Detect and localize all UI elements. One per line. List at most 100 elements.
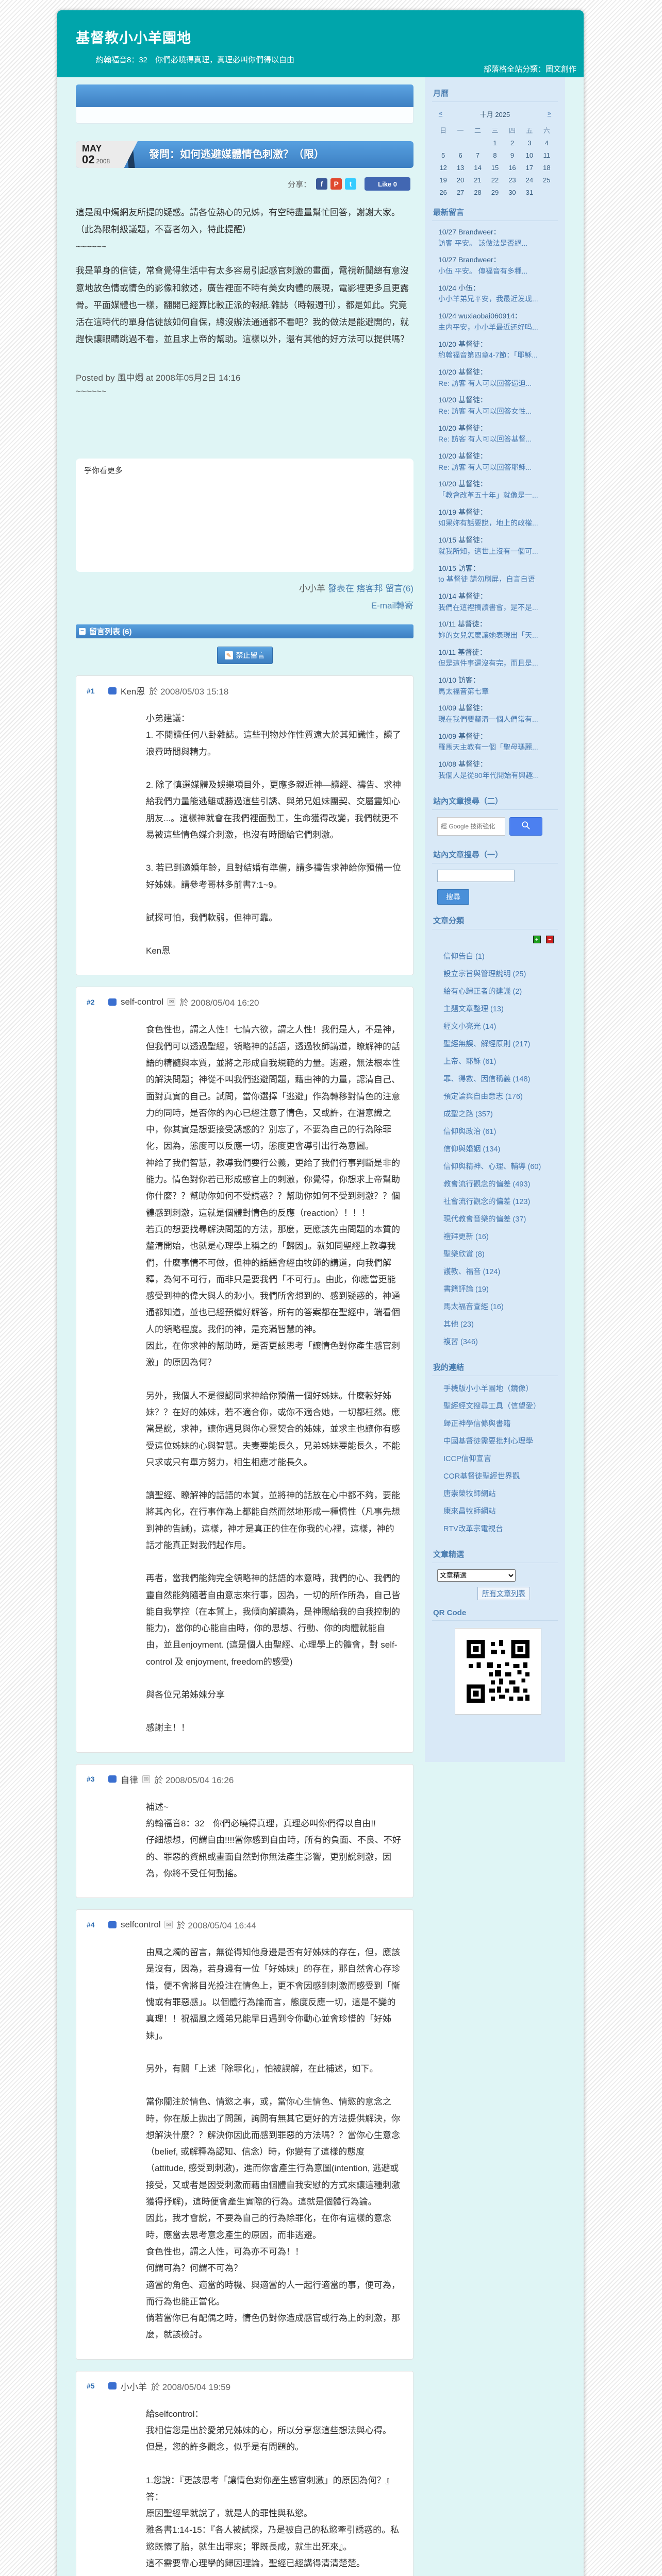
calendar-day[interactable]: 24: [521, 176, 538, 184]
all-articles-button[interactable]: 所有文章列表: [477, 1586, 530, 1600]
collapse-all-icon[interactable]: −: [546, 935, 554, 943]
latest-comment-preview-link[interactable]: Re: 訪客 有人可以回答女性...: [438, 406, 558, 417]
calendar-day[interactable]: 16: [504, 164, 521, 172]
site-search-input[interactable]: [437, 869, 515, 882]
my-link[interactable]: RTV改革宗電視台: [443, 1525, 503, 1533]
latest-comment-preview-link[interactable]: 小伍 平安。 傳福音有多種...: [438, 266, 558, 277]
calendar-day[interactable]: 17: [521, 164, 538, 172]
calendar-day[interactable]: 5: [435, 151, 452, 159]
calendar-day[interactable]: 7: [469, 151, 486, 159]
latest-comment-preview-link[interactable]: 約翰福音第四章4-7節：「耶穌...: [438, 350, 558, 361]
expand-all-icon[interactable]: +: [533, 935, 541, 943]
calendar-next-link[interactable]: »: [548, 109, 551, 119]
category-link[interactable]: 護教、福音 (124): [443, 1268, 500, 1276]
category-link[interactable]: 禮拜更新 (16): [443, 1233, 489, 1241]
category-link[interactable]: 經文小亮光 (14): [443, 1023, 496, 1031]
calendar-day[interactable]: 11: [538, 151, 555, 159]
category-link[interactable]: 預定論與自由意志 (176): [443, 1093, 523, 1101]
google-search-button[interactable]: [509, 817, 542, 836]
category-link[interactable]: 聖經無誤、解經原則 (217): [443, 1040, 530, 1048]
comment-author[interactable]: self-control: [121, 997, 163, 1007]
calendar-day[interactable]: 8: [486, 151, 503, 159]
calendar-day[interactable]: 29: [486, 189, 503, 196]
comment-author[interactable]: Ken恩: [121, 684, 145, 697]
calendar-day[interactable]: 31: [521, 189, 538, 196]
category-link[interactable]: 給有心歸正者的建議 (2): [443, 988, 522, 996]
featured-select[interactable]: 文章精選: [437, 1569, 516, 1582]
category-link[interactable]: 複習 (346): [443, 1338, 478, 1346]
calendar-day[interactable]: 15: [486, 164, 503, 172]
calendar-day[interactable]: 14: [469, 164, 486, 172]
calendar-day[interactable]: [538, 189, 555, 196]
plurk-share-icon[interactable]: P: [330, 178, 342, 190]
calendar-day[interactable]: 4: [538, 139, 555, 147]
like-button[interactable]: Like 0: [365, 177, 410, 191]
my-link[interactable]: 手機版小小羊園地（鏡像）: [443, 1385, 533, 1393]
latest-comment-preview-link[interactable]: 訪客 平安。 該做法是否絕...: [438, 238, 558, 249]
category-link[interactable]: 聖樂欣賞 (8): [443, 1250, 485, 1259]
calendar-day[interactable]: [469, 139, 486, 147]
calendar-day[interactable]: 30: [504, 189, 521, 196]
latest-comment-preview-link[interactable]: 主内平安，小小羊最近还好吗...: [438, 322, 558, 333]
latest-comment-preview-link[interactable]: Re: 訪客 有人可以回答逼迫...: [438, 378, 558, 389]
latest-comment-preview-link[interactable]: 「教會改革五十年」就像是一...: [438, 490, 558, 501]
collapse-icon[interactable]: −: [79, 628, 86, 635]
envelope-icon[interactable]: ✉: [164, 1921, 173, 1929]
calendar-day[interactable]: [435, 139, 452, 147]
latest-comment-preview-link[interactable]: 馬太福音第七章: [438, 686, 558, 698]
calendar-day[interactable]: 19: [435, 176, 452, 184]
latest-comment-preview-link[interactable]: 羅馬天主教有一個「聖母瑪麗...: [438, 742, 558, 753]
calendar-day[interactable]: 28: [469, 189, 486, 196]
latest-comment-preview-link[interactable]: 我個人是從80年代開始有興趣...: [438, 770, 558, 782]
calendar-day[interactable]: [452, 139, 469, 147]
comment-author[interactable]: 小小羊: [121, 2380, 147, 2393]
category-link[interactable]: 設立宗旨與管理說明 (25): [443, 970, 526, 978]
comment-author[interactable]: selfcontrol: [121, 1920, 160, 1930]
my-link[interactable]: COR基督徒聖經世界觀: [443, 1472, 520, 1481]
category-link[interactable]: 罪、得救、因信稱義 (148): [443, 1075, 530, 1083]
calendar-day[interactable]: 10: [521, 151, 538, 159]
nav-bar[interactable]: [76, 84, 413, 107]
calendar-prev-link[interactable]: «: [439, 109, 442, 119]
latest-comment-preview-link[interactable]: 現在我們要釐清一個人們常有...: [438, 714, 558, 725]
calendar-day[interactable]: 1: [486, 139, 503, 147]
category-link[interactable]: 信仰告白 (1): [443, 953, 485, 961]
calendar-day[interactable]: 9: [504, 151, 521, 159]
latest-comment-preview-link[interactable]: 小小羊弟兄平安，我最近发现...: [438, 294, 558, 305]
email-forward-link[interactable]: E-mail轉寄: [76, 598, 413, 611]
latest-comment-preview-link[interactable]: Re: 訪客 有人可以回答基督...: [438, 434, 558, 445]
category-link[interactable]: 現代教會音樂的偏差 (37): [443, 1215, 526, 1224]
latest-comment-preview-link[interactable]: 但是這件事還沒有完，而且是...: [438, 658, 558, 669]
my-link[interactable]: 歸正神學信條與書籍: [443, 1420, 511, 1428]
site-search-button[interactable]: 搜尋: [437, 889, 469, 905]
calendar-day[interactable]: 12: [435, 164, 452, 172]
calendar-day[interactable]: 3: [521, 139, 538, 147]
calendar-day[interactable]: 21: [469, 176, 486, 184]
calendar-day[interactable]: 18: [538, 164, 555, 172]
my-link[interactable]: 康來昌牧師網站: [443, 1507, 496, 1516]
category-link[interactable]: 信仰與政治 (61): [443, 1128, 496, 1136]
category-link[interactable]: 上帝、耶穌 (61): [443, 1058, 496, 1066]
latest-comment-preview-link[interactable]: 就我所知，這世上沒有一個可...: [438, 546, 558, 557]
category-link[interactable]: 社會流行觀念的偏差 (123): [443, 1198, 530, 1206]
latest-comment-preview-link[interactable]: Re: 訪客 有人可以回答耶穌...: [438, 462, 558, 473]
my-link[interactable]: 唐崇榮牧師網站: [443, 1490, 496, 1498]
twitter-share-icon[interactable]: t: [345, 178, 357, 190]
category-link[interactable]: 教會流行觀念的偏差 (493): [443, 1180, 530, 1189]
calendar-day[interactable]: 20: [452, 176, 469, 184]
calendar-day[interactable]: 25: [538, 176, 555, 184]
calendar-day[interactable]: 13: [452, 164, 469, 172]
facebook-share-icon[interactable]: f: [316, 178, 328, 190]
category-link[interactable]: 信仰與精神、心理、輔導 (60): [443, 1163, 541, 1171]
category-link[interactable]: 主題文章整理 (13): [443, 1005, 504, 1013]
latest-comment-preview-link[interactable]: 如果妳有話要說，地上的政權...: [438, 518, 558, 529]
comment-author[interactable]: 自律: [121, 1773, 138, 1786]
envelope-icon[interactable]: ✉: [168, 998, 176, 1006]
category-link[interactable]: 成聖之路 (357): [443, 1110, 493, 1118]
my-link[interactable]: 中國基督徒需要批判心理學: [443, 1437, 533, 1446]
my-link[interactable]: 聖經經文搜尋工具（信望愛）: [443, 1402, 541, 1411]
category-link[interactable]: 其他 (23): [443, 1320, 474, 1329]
calendar-day[interactable]: 2: [504, 139, 521, 147]
disable-comments-button[interactable]: ✎ 禁止留言: [217, 647, 273, 665]
envelope-icon[interactable]: ✉: [142, 1775, 151, 1783]
